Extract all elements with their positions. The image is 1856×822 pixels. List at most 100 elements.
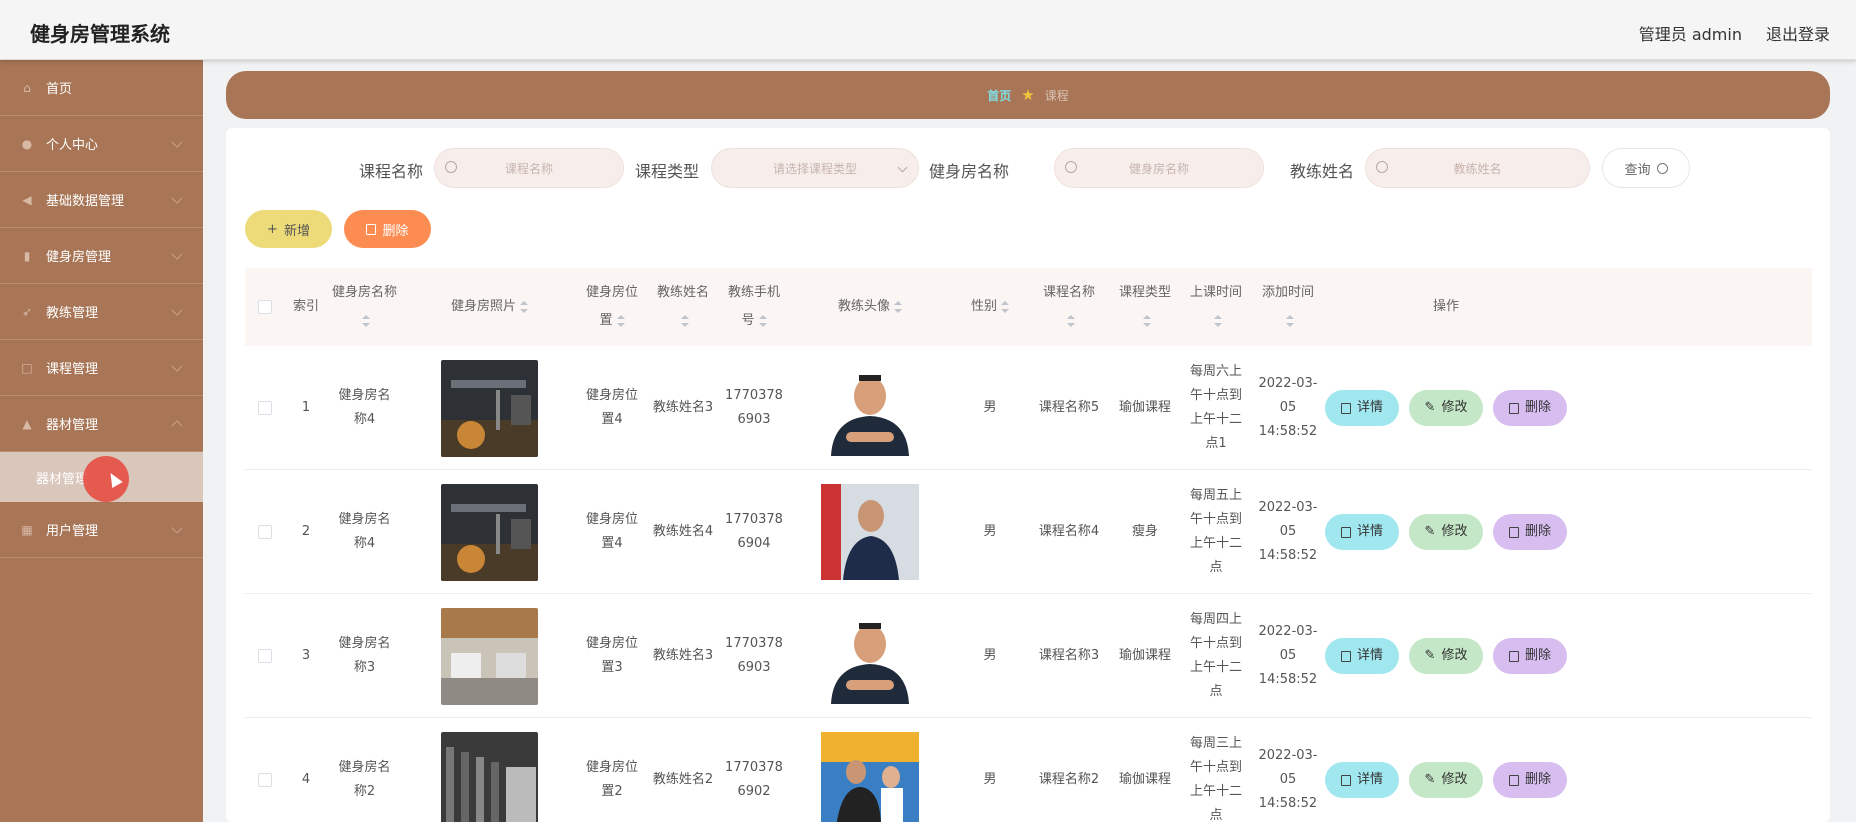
delete-button[interactable]: 删除 xyxy=(1493,390,1567,426)
sort-icon xyxy=(758,314,767,327)
chevron-down-icon xyxy=(171,360,183,372)
breadcrumb-home-link[interactable]: 首页 xyxy=(987,87,1011,104)
sidebar-subitem-label: 器材管理 xyxy=(36,471,89,487)
logout-link[interactable]: 退出登录 xyxy=(1766,21,1830,45)
coach-name-input[interactable]: 教练姓名 xyxy=(1365,148,1590,188)
gym-name-label: 健身房名称 xyxy=(929,162,1010,181)
batch-delete-button[interactable]: 删除 xyxy=(344,210,431,248)
search-bar: 课程名称 课程名称 课程类型 请选择课程类型 健身房名称 健身房名称 教练姓名 … xyxy=(226,148,1830,190)
cell-index: 3 xyxy=(301,648,311,663)
trash-icon xyxy=(1508,526,1519,538)
table-body: 1 健身房名称4 健身房位置4 教练姓名3 17703786903 男 课程名称… xyxy=(245,346,1812,822)
search-icon xyxy=(445,161,457,173)
table-row: 2 健身房名称4 健身房位置4 教练姓名4 17703786904 男 课程名称… xyxy=(245,470,1812,594)
header-coach-name[interactable]: 教练姓名 xyxy=(647,268,719,346)
gym-photo[interactable] xyxy=(441,483,538,581)
row-checkbox[interactable] xyxy=(258,773,272,787)
sidebar-item-coach[interactable]: ➶ 教练管理 xyxy=(0,284,203,340)
cell-coach-phone: 17703786902 xyxy=(725,760,783,799)
top-bar: 健身房管理系统 管理员 admin 退出登录 xyxy=(0,0,1856,60)
cell-gym-photo xyxy=(402,594,577,718)
gym-photo[interactable] xyxy=(441,731,538,822)
delete-label: 删除 xyxy=(382,223,409,239)
header-class-time[interactable]: 上课时间 xyxy=(1181,268,1251,346)
sidebar-item-users[interactable]: ▦ 用户管理 xyxy=(0,502,203,558)
header-course-type[interactable]: 课程类型 xyxy=(1109,268,1181,346)
chevron-down-icon xyxy=(171,522,183,534)
query-button[interactable]: 查询 xyxy=(1602,148,1690,188)
sidebar-item-gym[interactable]: ▮ 健身房管理 xyxy=(0,228,203,284)
select-all-checkbox[interactable] xyxy=(258,300,272,314)
course-name-input[interactable]: 课程名称 xyxy=(434,148,624,188)
detail-button[interactable]: 详情 xyxy=(1325,762,1399,798)
sort-icon xyxy=(520,301,528,313)
gym-name-input[interactable]: 健身房名称 xyxy=(1054,148,1264,188)
row-checkbox[interactable] xyxy=(258,401,272,415)
sort-icon xyxy=(1142,314,1151,327)
cell-class-time: 每周五上午十点到上午十二点 xyxy=(1190,488,1243,575)
cell-course-name: 课程名称2 xyxy=(1038,772,1100,787)
sidebar-item-equipment[interactable]: ▲ 器材管理 xyxy=(0,396,203,452)
header-gym-photo[interactable]: 健身房照片 xyxy=(402,268,577,346)
trash-icon xyxy=(1508,650,1519,662)
cell-gym-name: 健身房名称4 xyxy=(338,512,391,551)
cell-gym-name: 健身房名称3 xyxy=(338,636,391,675)
detail-button[interactable]: 详情 xyxy=(1325,514,1399,550)
cell-course-type: 瑜伽课程 xyxy=(1118,648,1171,663)
edit-button[interactable]: ✎ 修改 xyxy=(1409,514,1483,550)
add-button[interactable]: + 新增 xyxy=(245,210,332,248)
cell-gym-name: 健身房名称2 xyxy=(338,760,391,799)
sidebar-item-basic-data[interactable]: ◀ 基础数据管理 xyxy=(0,172,203,228)
row-checkbox[interactable] xyxy=(258,525,272,539)
trash-icon xyxy=(1508,774,1519,786)
coach-avatar[interactable] xyxy=(821,732,919,822)
course-type-select[interactable]: 请选择课程类型 xyxy=(711,148,919,188)
gym-photo[interactable] xyxy=(441,607,538,705)
breadcrumb: 首页 ★ 课程 xyxy=(226,71,1830,119)
cell-class-time: 每周四上午十点到上午十二点 xyxy=(1190,612,1243,699)
cell-gym-location: 健身房位置4 xyxy=(585,388,638,427)
query-label: 查询 xyxy=(1624,162,1651,178)
row-checkbox[interactable] xyxy=(258,649,272,663)
edit-button[interactable]: ✎ 修改 xyxy=(1409,390,1483,426)
gym-photo[interactable] xyxy=(441,359,538,457)
header-course-name[interactable]: 课程名称 xyxy=(1029,268,1109,346)
header-gym-name[interactable]: 健身房名称 xyxy=(327,268,402,346)
header-gender[interactable]: 性别 xyxy=(951,268,1029,346)
header-coach-phone[interactable]: 教练手机号 xyxy=(719,268,789,346)
table-row: 4 健身房名称2 健身房位置2 教练姓名2 17703786902 男 课程名称… xyxy=(245,718,1812,822)
sidebar-item-home[interactable]: ⌂ 首页 xyxy=(0,60,203,116)
delete-button[interactable]: 删除 xyxy=(1493,638,1567,674)
delete-button[interactable]: 删除 xyxy=(1493,514,1567,550)
detail-button[interactable]: 详情 xyxy=(1325,390,1399,426)
edit-button[interactable]: ✎ 修改 xyxy=(1409,762,1483,798)
sort-icon xyxy=(1066,314,1075,327)
delete-button[interactable]: 删除 xyxy=(1493,762,1567,798)
header-gym-location[interactable]: 健身房位置 xyxy=(577,268,647,346)
admin-user-label[interactable]: 管理员 admin xyxy=(1639,21,1742,45)
cell-gym-location: 健身房位置3 xyxy=(585,636,638,675)
chevron-up-icon xyxy=(171,420,183,432)
edit-button[interactable]: ✎ 修改 xyxy=(1409,638,1483,674)
header-coach-avatar[interactable]: 教练头像 xyxy=(789,268,951,346)
detail-button[interactable]: 详情 xyxy=(1325,638,1399,674)
coach-avatar[interactable] xyxy=(821,360,919,456)
sidebar-item-course[interactable]: □ 课程管理 xyxy=(0,340,203,396)
cell-course-type: 瑜伽课程 xyxy=(1118,772,1171,787)
search-icon xyxy=(1656,162,1668,174)
cell-coach-phone: 17703786903 xyxy=(725,388,783,427)
sidebar-item-personal-center[interactable]: ● 个人中心 xyxy=(0,116,203,172)
sidebar-subitem-equipment[interactable]: 器材管理 xyxy=(0,452,203,502)
pencil-icon: ✎ xyxy=(1424,648,1436,663)
cell-add-time: 2022-03-05 14:58:52 xyxy=(1258,500,1318,563)
breadcrumb-current: 课程 xyxy=(1044,88,1069,103)
course-name-label: 课程名称 xyxy=(359,162,424,181)
header-add-time[interactable]: 添加时间 xyxy=(1251,268,1325,346)
header-ops: 操作 xyxy=(1432,299,1459,314)
app-title: 健身房管理系统 xyxy=(30,22,170,46)
course-icon: □ xyxy=(21,360,33,375)
data-icon: ◀ xyxy=(22,192,32,207)
coach-avatar[interactable] xyxy=(821,484,919,580)
sidebar-item-label: 个人中心 xyxy=(46,138,99,153)
coach-avatar[interactable] xyxy=(821,608,919,704)
